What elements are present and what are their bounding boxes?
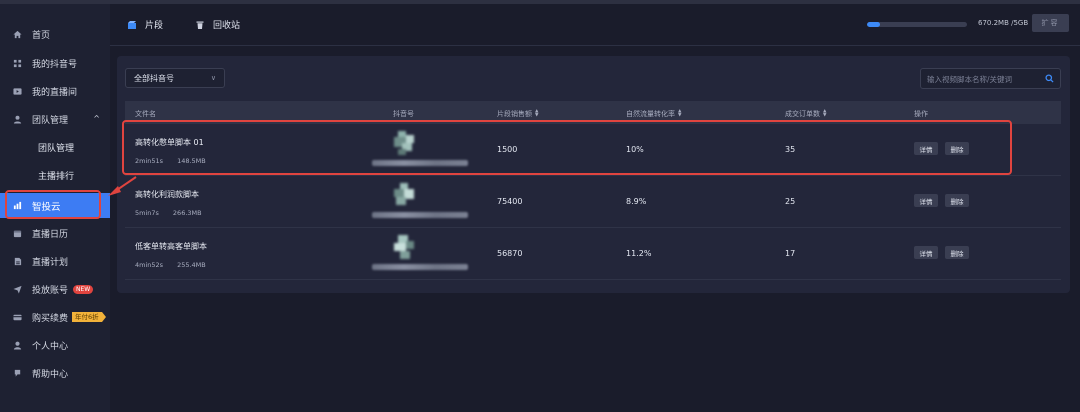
sidebar-item-label: 购买续费	[32, 313, 69, 324]
storage-progress-bar	[867, 22, 967, 27]
detail-button[interactable]: 详情	[914, 246, 938, 259]
column-header-actions: 操作	[914, 110, 928, 118]
sidebar-item-label: 个人中心	[32, 341, 69, 352]
sales-value: 56870	[497, 249, 523, 258]
sidebar-item-live-plan[interactable]: 直播计划	[0, 249, 110, 273]
conversion-rate: 8.9%	[626, 197, 647, 206]
order-count: 17	[785, 249, 796, 258]
sidebar-item-label: 团队管理	[38, 143, 75, 154]
sidebar-item-home[interactable]: 首页	[0, 22, 110, 46]
user-icon	[12, 340, 22, 350]
clip-icon	[127, 20, 137, 30]
sort-icon[interactable]: ▲ ▼	[823, 109, 826, 118]
new-badge: NEW	[73, 284, 94, 294]
conversion-rate: 11.2%	[626, 249, 652, 258]
tab-recycle-bin[interactable]: 回收站	[195, 18, 240, 31]
tab-label: 回收站	[213, 21, 241, 31]
sidebar-item-ad-account[interactable]: 投放账号 NEW	[0, 277, 110, 301]
sidebar-item-team[interactable]: 团队管理 ^	[0, 107, 110, 131]
blurred-avatar	[394, 235, 414, 259]
sidebar-item-label: 主播排行	[38, 171, 75, 182]
arrow-annotation-icon	[108, 176, 137, 196]
sidebar-item-live-room[interactable]: 我的直播间	[0, 79, 110, 103]
column-header-sales[interactable]: 片段销售额 ▲ ▼	[497, 109, 538, 119]
account-select-value: 全部抖音号	[134, 73, 174, 83]
blurred-account-id	[372, 212, 468, 218]
blurred-avatar	[394, 183, 414, 205]
expand-storage-button[interactable]: 扩容	[1032, 14, 1069, 32]
home-icon	[12, 29, 22, 39]
send-icon	[12, 284, 22, 294]
chevron-down-icon: ∨	[210, 74, 216, 82]
grid-icon	[12, 58, 22, 68]
sidebar-item-profile[interactable]: 个人中心	[0, 333, 110, 357]
search-input[interactable]	[927, 72, 1037, 86]
sidebar-item-label: 帮助中心	[32, 369, 69, 380]
help-icon	[12, 368, 22, 378]
sidebar-item-label: 直播计划	[32, 257, 69, 268]
sidebar-item-label: 我的直播间	[32, 87, 78, 98]
delete-button[interactable]: 删除	[945, 246, 969, 259]
sidebar-highlight-annotation	[5, 190, 101, 219]
sidebar-item-label: 首页	[32, 30, 51, 41]
trash-icon	[195, 20, 205, 30]
live-room-icon	[12, 86, 22, 96]
row-highlight-annotation	[122, 120, 1012, 175]
column-header-orders[interactable]: 成交订单数 ▲ ▼	[785, 109, 826, 119]
account-select[interactable]: 全部抖音号 ∨	[125, 68, 225, 88]
header: 片段 回收站 670.2MB /5GB 扩容	[110, 4, 1080, 46]
sidebar-item-my-douyin[interactable]: 我的抖音号	[0, 51, 110, 75]
sidebar-item-live-calendar[interactable]: 直播日历	[0, 221, 110, 245]
sort-icon[interactable]: ▲ ▼	[535, 109, 538, 118]
sidebar-subitem-host-ranking[interactable]: 主播排行	[0, 163, 110, 187]
file-name: 低客单转高客单脚本	[135, 242, 207, 251]
chevron-up-icon: ^	[93, 114, 100, 123]
delete-button[interactable]: 删除	[945, 194, 969, 207]
storage-usage-text: 670.2MB /5GB	[978, 19, 1029, 27]
sales-value: 75400	[497, 197, 523, 206]
table-row: 低客单转高客单脚本 4min52s 255.4MB 56870 11.2% 17 …	[125, 228, 1061, 280]
sidebar-item-label: 投放账号	[32, 285, 69, 296]
detail-button[interactable]: 详情	[914, 194, 938, 207]
discount-badge: 年付6折	[72, 312, 106, 322]
tab-clips[interactable]: 片段	[127, 18, 163, 31]
column-header-filename: 文件名	[135, 110, 156, 118]
table-row: 高转化利润款脚本 5min7s 266.3MB 75400 8.9% 25 详情 …	[125, 176, 1061, 228]
sidebar-item-label: 我的抖音号	[32, 59, 78, 70]
sidebar-item-label: 团队管理	[32, 115, 69, 126]
team-icon	[12, 114, 22, 124]
sidebar-subitem-team-manage[interactable]: 团队管理	[0, 135, 110, 159]
order-count: 25	[785, 197, 796, 206]
sidebar-item-help[interactable]: 帮助中心	[0, 361, 110, 385]
sort-icon[interactable]: ▲ ▼	[678, 109, 681, 118]
plan-icon	[12, 256, 22, 266]
sidebar-item-purchase[interactable]: 购买续费 年付6折	[0, 305, 110, 329]
calendar-icon	[12, 228, 22, 238]
card-icon	[12, 312, 22, 322]
file-meta: 5min7s 266.3MB	[135, 209, 202, 217]
tab-label: 片段	[145, 21, 164, 31]
column-header-conversion[interactable]: 自然流量转化率 ▲ ▼	[626, 109, 681, 119]
blurred-account-id	[372, 264, 468, 270]
column-header-douyin-id: 抖音号	[393, 110, 414, 118]
file-meta: 4min52s 255.4MB	[135, 261, 206, 269]
storage-progress-fill	[867, 22, 880, 27]
search-icon[interactable]	[1045, 74, 1054, 83]
sidebar-item-label: 直播日历	[32, 229, 69, 240]
search-box[interactable]	[920, 68, 1061, 89]
file-name: 高转化利润款脚本	[135, 190, 199, 199]
